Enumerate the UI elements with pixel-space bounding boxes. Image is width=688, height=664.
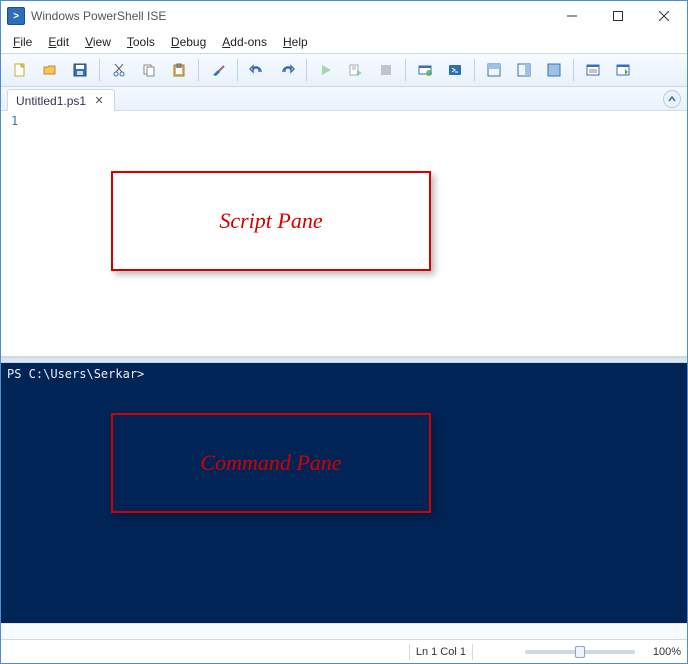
clear-console-button[interactable] [204, 57, 232, 83]
remote-tab-icon [417, 62, 433, 78]
cursor-position: Ln 1 Col 1 [416, 646, 466, 658]
command-window-icon [615, 62, 631, 78]
menu-tools[interactable]: Tools [119, 33, 163, 51]
toolbar-separator [573, 59, 574, 81]
scissors-icon [111, 62, 127, 78]
close-icon [659, 11, 669, 21]
undo-button[interactable] [243, 57, 271, 83]
minimize-button[interactable] [549, 1, 595, 31]
status-strip [1, 623, 687, 639]
paste-button[interactable] [165, 57, 193, 83]
show-command-window-button[interactable] [609, 57, 637, 83]
menu-bar: File Edit View Tools Debug Add-ons Help [1, 31, 687, 53]
save-floppy-icon [72, 62, 88, 78]
redo-button[interactable] [273, 57, 301, 83]
open-button[interactable] [36, 57, 64, 83]
pane-max-icon [546, 62, 562, 78]
start-powershell-button[interactable] [441, 57, 469, 83]
chevron-up-icon [667, 94, 677, 104]
menu-debug[interactable]: Debug [163, 33, 214, 51]
show-script-max-button[interactable] [540, 57, 568, 83]
line-number: 1 [1, 111, 29, 128]
pane-top-icon [486, 62, 502, 78]
new-button[interactable] [6, 57, 34, 83]
console-pane[interactable]: PS C:\Users\Serkar> Command Pane [1, 363, 687, 623]
zoom-slider[interactable] [525, 650, 635, 654]
play-icon [319, 63, 333, 77]
annotation-command-pane: Command Pane [111, 413, 431, 513]
window-title: Windows PowerShell ISE [31, 9, 549, 23]
toolbar-separator [237, 59, 238, 81]
tab-close-button[interactable]: ✕ [92, 94, 106, 108]
maximize-icon [613, 11, 623, 21]
menu-addons[interactable]: Add-ons [214, 33, 275, 51]
show-script-right-button[interactable] [510, 57, 538, 83]
stop-button[interactable] [372, 57, 400, 83]
toolbar-separator [474, 59, 475, 81]
toolbar-separator [99, 59, 100, 81]
cut-button[interactable] [105, 57, 133, 83]
open-folder-icon [42, 62, 58, 78]
new-file-icon [12, 62, 28, 78]
zoom-level: 100% [641, 646, 681, 658]
app-window: > Windows PowerShell ISE File Edit View … [0, 0, 688, 664]
prompt-text: PS C:\Users\Serkar> [7, 367, 152, 381]
new-remote-tab-button[interactable] [411, 57, 439, 83]
powershell-icon [447, 62, 463, 78]
maximize-button[interactable] [595, 1, 641, 31]
status-bar: Ln 1 Col 1 100% [1, 639, 687, 663]
zoom-slider-thumb[interactable] [575, 646, 585, 658]
stop-icon [379, 63, 393, 77]
powershell-app-icon: > [7, 7, 25, 25]
collapse-script-pane-button[interactable] [663, 90, 681, 108]
annotation-script-pane: Script Pane [111, 171, 431, 271]
title-bar[interactable]: > Windows PowerShell ISE [1, 1, 687, 31]
toolbar-separator [306, 59, 307, 81]
tab-untitled1[interactable]: Untitled1.ps1 ✕ [7, 89, 115, 111]
menu-edit[interactable]: Edit [40, 33, 77, 51]
undo-icon [249, 62, 265, 78]
menu-help[interactable]: Help [275, 33, 316, 51]
toolbar [1, 53, 687, 87]
brush-icon [210, 62, 226, 78]
menu-file[interactable]: File [5, 33, 40, 51]
pane-right-icon [516, 62, 532, 78]
show-command-addon-button[interactable] [579, 57, 607, 83]
close-button[interactable] [641, 1, 687, 31]
command-addon-icon [585, 62, 601, 78]
save-button[interactable] [66, 57, 94, 83]
run-selection-button[interactable] [342, 57, 370, 83]
minimize-icon [567, 11, 577, 21]
document-tabs: Untitled1.ps1 ✕ [1, 87, 687, 111]
script-pane[interactable]: 1 Script Pane [1, 111, 687, 357]
run-selection-icon [348, 62, 364, 78]
line-gutter: 1 [1, 111, 29, 356]
copy-button[interactable] [135, 57, 163, 83]
menu-view[interactable]: View [77, 33, 119, 51]
tab-label: Untitled1.ps1 [16, 94, 86, 108]
toolbar-separator [405, 59, 406, 81]
show-script-top-button[interactable] [480, 57, 508, 83]
redo-icon [279, 62, 295, 78]
toolbar-separator [198, 59, 199, 81]
copy-icon [141, 62, 157, 78]
run-script-button[interactable] [312, 57, 340, 83]
clipboard-icon [171, 62, 187, 78]
